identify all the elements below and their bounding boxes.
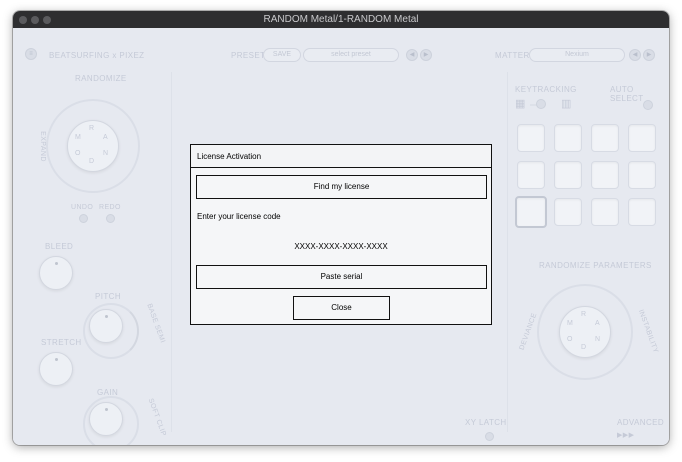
license-code-field[interactable]: XXXX-XXXX-XXXX-XXXX [191,242,491,251]
matter-label: MATTER [495,51,530,60]
find-license-button[interactable]: Find my license [196,175,487,199]
next-preset-icon[interactable]: ▶ [420,49,432,61]
license-dialog: License Activation Find my license Enter… [190,144,492,325]
brand-logo: BEATSURFING x PIXEZ [49,51,145,60]
redo-button[interactable] [106,214,115,223]
randomize-wheel[interactable]: R A N D O M [67,120,119,172]
pad-11[interactable] [591,198,619,226]
menu-icon[interactable]: ≡ [25,48,37,60]
pad-8[interactable] [628,161,656,189]
next-matter-icon[interactable]: ▶ [643,49,655,61]
pad-7[interactable] [591,161,619,189]
redo-label: REDO [99,204,121,211]
instability-label: INSTABILITY [636,308,660,355]
pad-10[interactable] [554,198,582,226]
undo-label: UNDO [71,204,94,211]
deviance-label: DEVIANCE [518,311,539,352]
pitch-label: PITCH [95,292,121,301]
prev-matter-icon[interactable]: ◀ [629,49,641,61]
enter-code-label: Enter your license code [197,212,281,221]
advanced-arrows-icon[interactable]: ▶▶▶ [617,431,634,439]
title-bar: RANDOM Metal/1-RANDOM Metal [13,11,669,28]
preset-label: PRESET [231,51,266,60]
soft-clip-label: SOFT CLIP [146,397,167,438]
base-semi-label: BASE SEMI [145,302,167,345]
xy-latch-toggle[interactable] [485,432,494,441]
keytracking-toggle[interactable] [536,99,546,109]
save-preset-button[interactable]: SAVE [263,48,301,62]
pad-1[interactable] [517,124,545,152]
left-divider [171,72,172,432]
close-button[interactable]: Close [293,296,390,320]
expand-label: EXPAND [38,131,46,162]
xy-latch-label: XY LATCH [465,418,507,427]
randomize-parameters-wheel[interactable]: R A N D O M [559,306,611,358]
zoom-window-button[interactable] [43,16,51,24]
pad-2[interactable] [554,124,582,152]
stretch-label: STRETCH [41,338,82,347]
piano-icon[interactable]: ▥ [561,97,572,110]
keytracking-label: KEYTRACKING [515,85,577,94]
window-title: RANDOM Metal/1-RANDOM Metal [263,14,419,25]
auto-select-label: AUTO SELECT [610,85,644,103]
right-divider [507,72,508,432]
pad-4[interactable] [628,124,656,152]
randomize-label: RANDOMIZE [75,74,127,83]
pad-9[interactable] [515,196,547,228]
advanced-label: ADVANCED [617,418,665,427]
pad-12[interactable] [628,198,656,226]
pad-6[interactable] [554,161,582,189]
dialog-title: License Activation [191,145,491,168]
pad-5[interactable] [517,161,545,189]
gain-knob[interactable] [89,402,123,436]
paste-serial-button[interactable]: Paste serial [196,265,487,289]
bleed-label: BLEED [45,242,74,251]
prev-preset-icon[interactable]: ◀ [406,49,418,61]
close-window-button[interactable] [19,16,27,24]
pad-3[interactable] [591,124,619,152]
auto-select-toggle[interactable] [643,100,653,110]
matter-select[interactable]: Nexium [529,48,625,62]
preset-select[interactable]: select preset [303,48,399,62]
bleed-knob[interactable] [39,256,73,290]
stretch-knob[interactable] [39,352,73,386]
randomize-parameters-label: RANDOMIZE PARAMETERS [539,261,652,270]
minimize-window-button[interactable] [31,16,39,24]
grid-icon[interactable]: ▦ [515,97,526,110]
undo-button[interactable] [79,214,88,223]
pitch-knob[interactable] [89,309,123,343]
